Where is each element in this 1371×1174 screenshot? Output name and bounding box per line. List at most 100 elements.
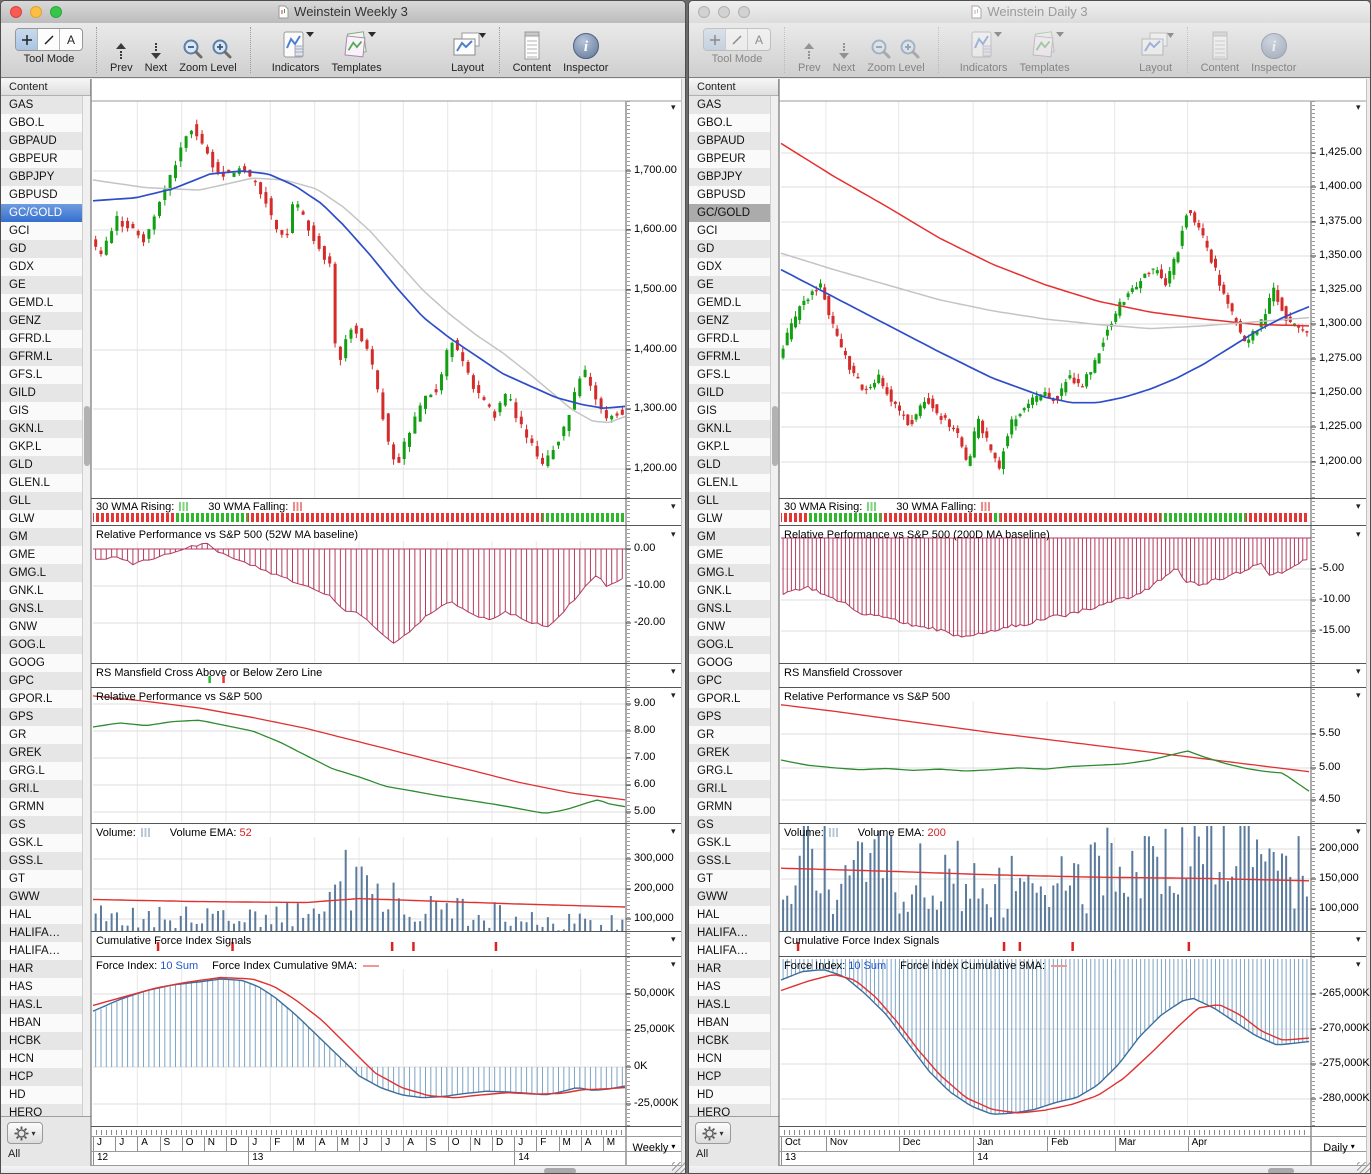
axis-tick-label: -5.00 — [1319, 562, 1345, 574]
month-label: M — [292, 1137, 315, 1151]
axis-tick-label: 8.00 — [634, 724, 656, 736]
panel-menu-button[interactable]: ▾ — [671, 530, 676, 539]
axis-tick-label: 5.00 — [634, 805, 656, 817]
panel-menu-button[interactable]: ▾ — [1356, 667, 1361, 676]
volume-ema-value: 52 — [239, 827, 252, 839]
volume-panel-label: Volume: Volume EMA: 52 — [96, 827, 252, 839]
rp-hist-panel-label: Relative Performance vs S&P 500 (52W MA … — [96, 529, 359, 541]
month-label: O — [181, 1137, 204, 1151]
horizontal-scroll-track[interactable] — [1, 1166, 685, 1173]
month-label: J — [115, 1137, 137, 1151]
year-label: 14 — [973, 1152, 1013, 1165]
vertical-scroll-track[interactable] — [1366, 79, 1370, 1166]
chart-canvas[interactable] — [1, 1, 686, 1174]
force-index-panel-label: Force Index: 10 Sum Force Index Cumulativ… — [96, 960, 380, 972]
axis-tick-label: 1,425.00 — [1319, 146, 1362, 158]
rp-line-panel-label: Relative Performance vs S&P 500 — [96, 691, 263, 703]
volume-swatch-icon — [828, 828, 839, 837]
axis-tick-label: 1,225.00 — [1319, 420, 1362, 432]
axis-tick-label: 1,275.00 — [1319, 352, 1362, 364]
year-label: 14 — [514, 1152, 554, 1165]
year-label: 13 — [248, 1152, 288, 1165]
panel-menu-button[interactable]: ▾ — [1356, 530, 1361, 539]
month-label: M — [336, 1137, 359, 1151]
axis-tick-label: 7.00 — [634, 751, 656, 763]
wma-panel-label: 30 WMA Rising: 30 WMA Falling: — [96, 501, 308, 513]
axis-tick-label: 1,200.00 — [634, 462, 677, 474]
panel-menu-button[interactable]: ▾ — [1356, 935, 1361, 944]
month-label: O — [447, 1137, 470, 1151]
month-label: D — [226, 1137, 248, 1151]
axis-tick-label: 50,000K — [634, 987, 675, 999]
axis-tick-label: 6.00 — [634, 778, 656, 790]
axis-tick-label: 1,400.00 — [1319, 180, 1362, 192]
month-label: M — [602, 1137, 625, 1151]
axis-tick-label: 9.00 — [634, 697, 656, 709]
axis-tick-label: 25,000K — [634, 1023, 675, 1035]
axis-tick-label: 1,350.00 — [1319, 249, 1362, 261]
month-label: A — [580, 1137, 603, 1151]
volume-panel-label: Volume: Volume EMA: 200 — [784, 827, 946, 839]
axis-tick-label: -270,000K — [1319, 1022, 1370, 1034]
month-label: J — [93, 1137, 115, 1151]
axis-tick-label: 1,300.00 — [1319, 317, 1362, 329]
axis-tick-label: 1,250.00 — [1319, 386, 1362, 398]
scale-selector[interactable]: Daily ▾ — [1313, 1142, 1365, 1154]
month-label: F — [536, 1137, 558, 1151]
axis-tick-label: 1,325.00 — [1319, 283, 1362, 295]
panel-menu-button[interactable]: ▾ — [1356, 502, 1361, 511]
month-label: N — [469, 1137, 492, 1151]
ma-line-swatch-icon — [1051, 965, 1068, 968]
year-label: 13 — [781, 1152, 821, 1165]
panel-menu-button[interactable]: ▾ — [671, 827, 676, 836]
desktop: Weinstein Weekly 3 A Tool Mode Prev Next — [0, 0, 1371, 1174]
panel-menu-button[interactable]: ▾ — [1356, 103, 1361, 112]
cumfi-panel-label: Cumulative Force Index Signals — [784, 935, 940, 947]
axis-tick-label: -280,000K — [1319, 1092, 1370, 1104]
rp-hist-panel-label: Relative Performance vs S&P 500 (200D MA… — [784, 529, 1050, 541]
wma-panel-label: 30 WMA Rising: 30 WMA Falling: — [784, 501, 996, 513]
month-label: S — [159, 1137, 182, 1151]
panel-menu-button[interactable]: ▾ — [671, 667, 676, 676]
month-label: A — [314, 1137, 337, 1151]
month-label: D — [492, 1137, 514, 1151]
panel-menu-button[interactable]: ▾ — [671, 103, 676, 112]
vertical-scroll-track[interactable] — [681, 79, 685, 1166]
axis-tick-label: 0.00 — [634, 542, 656, 554]
mansfield-panel-label: RS Mansfield Cross Above or Below Zero L… — [96, 667, 323, 679]
year-label: 12 — [93, 1152, 133, 1165]
horizontal-scroll-thumb[interactable] — [1268, 1167, 1294, 1173]
resize-grip[interactable] — [1357, 1162, 1370, 1173]
axis-tick-label: 150,000 — [1319, 872, 1359, 884]
axis-tick-label: 1,400.00 — [634, 343, 677, 355]
chart-canvas[interactable] — [689, 1, 1371, 1174]
mansfield-panel-label: RS Mansfield Crossover — [784, 667, 903, 679]
axis-tick-label: -20.00 — [634, 616, 666, 628]
volume-swatch-icon — [140, 828, 151, 837]
panel-menu-button[interactable]: ▾ — [1356, 691, 1361, 700]
axis-tick-label: -10.00 — [634, 579, 666, 591]
axis-tick-label: 5.50 — [1319, 727, 1341, 739]
scale-selector[interactable]: Weekly ▾ — [628, 1142, 680, 1154]
horizontal-scroll-thumb[interactable] — [544, 1167, 576, 1173]
axis-tick-label: -265,000K — [1319, 987, 1370, 999]
axis-tick-label: -10.00 — [1319, 593, 1351, 605]
rising-swatch-icon — [867, 502, 878, 511]
month-label: J — [359, 1137, 381, 1151]
panel-menu-button[interactable]: ▾ — [671, 502, 676, 511]
force-index-panel-label: Force Index: 10 Sum Force Index Cumulativ… — [784, 960, 1068, 972]
month-label: N — [203, 1137, 226, 1151]
panel-menu-button[interactable]: ▾ — [671, 691, 676, 700]
panel-menu-button[interactable]: ▾ — [1356, 827, 1361, 836]
month-label: Dec — [898, 1137, 973, 1151]
resize-grip[interactable] — [672, 1162, 685, 1173]
axis-tick-label: -275,000K — [1319, 1057, 1370, 1069]
cumfi-panel-label: Cumulative Force Index Signals — [96, 935, 252, 947]
panel-menu-button[interactable]: ▾ — [1356, 960, 1361, 969]
month-label: Mar — [1114, 1137, 1188, 1151]
panel-menu-button[interactable]: ▾ — [671, 960, 676, 969]
month-label: A — [403, 1137, 425, 1151]
panel-menu-button[interactable]: ▾ — [671, 935, 676, 944]
falling-swatch-icon — [981, 502, 992, 511]
month-label: F — [270, 1137, 292, 1151]
